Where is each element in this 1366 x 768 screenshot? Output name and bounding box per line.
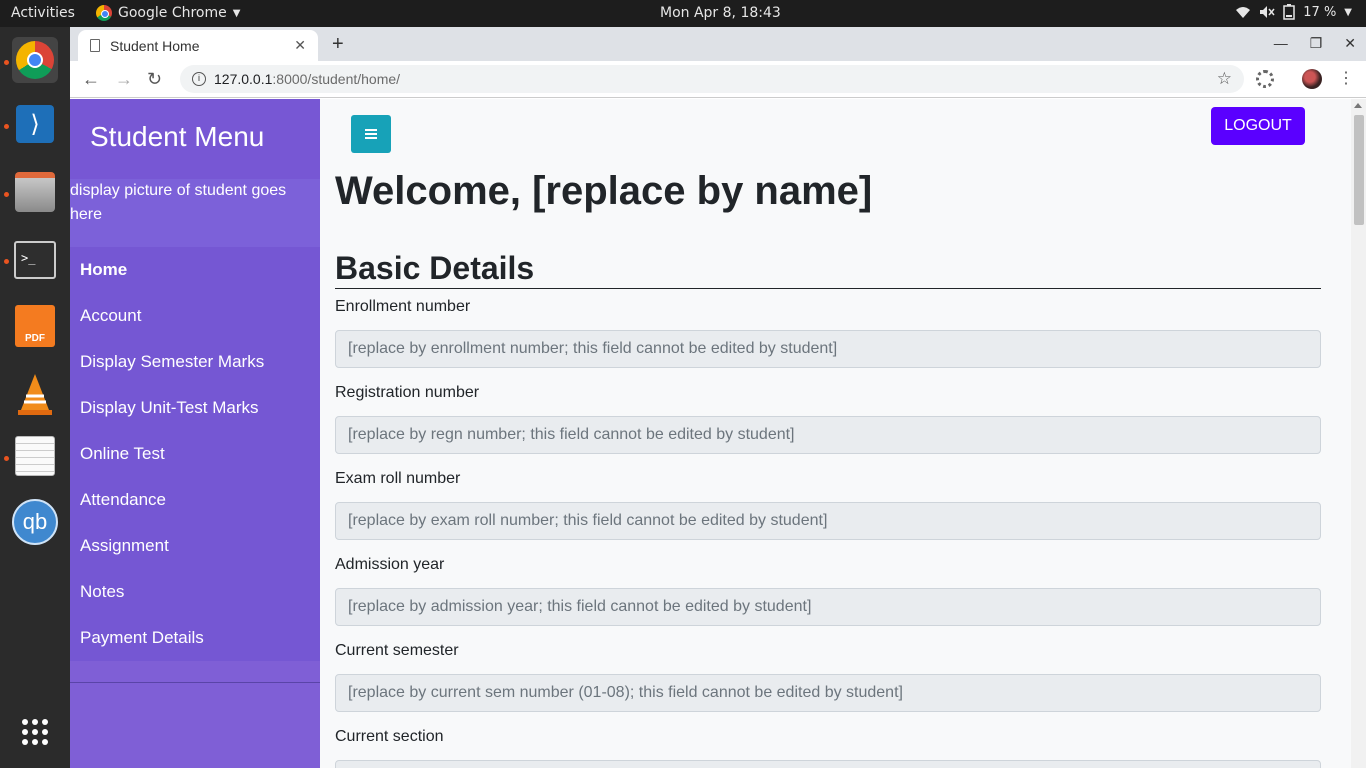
app-menu-label: Google Chrome bbox=[118, 5, 227, 21]
registration-field: [replace by regn number; this field cann… bbox=[335, 416, 1321, 454]
address-bar[interactable]: i 127.0.0.1:8000/student/home/ ☆ bbox=[180, 65, 1244, 93]
caret-down-icon: ▼ bbox=[232, 7, 241, 19]
exam-roll-label: Exam roll number bbox=[335, 470, 461, 487]
hamburger-icon bbox=[365, 129, 377, 139]
form-group-admission-year: Admission year [replace by admission yea… bbox=[335, 556, 1321, 626]
running-indicator bbox=[4, 259, 9, 264]
form-group-current-section: Current section bbox=[335, 728, 1321, 768]
forward-icon[interactable]: → bbox=[115, 69, 133, 90]
os-top-bar: Activities Google Chrome ▼ Mon Apr 8, 18… bbox=[0, 0, 1366, 27]
system-status-menu[interactable]: 17 % ▼ bbox=[1235, 4, 1352, 20]
vscode-dock-icon[interactable]: ⟩ bbox=[12, 101, 58, 147]
sidebar-item-attendance[interactable]: Attendance bbox=[70, 477, 320, 523]
logout-button[interactable]: LOGOUT bbox=[1211, 107, 1305, 145]
sidebar-item-assignment[interactable]: Assignment bbox=[70, 523, 320, 569]
running-indicator bbox=[4, 456, 9, 461]
vlc-dock-icon[interactable] bbox=[12, 371, 58, 417]
sidebar-header: Student Menu bbox=[70, 99, 320, 179]
admission-year-label: Admission year bbox=[335, 556, 445, 573]
sidebar: Student Menu display picture of student … bbox=[70, 99, 320, 768]
terminal-dock-icon[interactable]: >_ bbox=[12, 237, 58, 283]
qbittorrent-dock-icon[interactable]: qb bbox=[12, 499, 58, 545]
sidebar-item-home[interactable]: Home bbox=[70, 247, 320, 293]
activities-button[interactable]: Activities bbox=[11, 5, 75, 21]
admission-year-field: [replace by admission year; this field c… bbox=[335, 588, 1321, 626]
page-scrollbar[interactable] bbox=[1351, 99, 1366, 768]
page-icon bbox=[90, 39, 100, 52]
form-group-exam-roll: Exam roll number [replace by exam roll n… bbox=[335, 470, 1321, 540]
sidebar-item-online-test[interactable]: Online Test bbox=[70, 431, 320, 477]
sidebar-title: Student Menu bbox=[90, 121, 265, 152]
profile-alt-text: display picture of student goes here bbox=[70, 182, 287, 223]
back-icon[interactable]: ← bbox=[82, 69, 100, 90]
close-window-icon[interactable]: ✕ bbox=[1344, 35, 1356, 52]
extension-icon[interactable] bbox=[1256, 70, 1274, 88]
window-controls: — ❐ ✕ bbox=[1274, 35, 1356, 52]
scrollbar-thumb[interactable] bbox=[1354, 115, 1364, 225]
sidebar-item-semester-marks[interactable]: Display Semester Marks bbox=[70, 339, 320, 385]
caret-down-icon: ▼ bbox=[1344, 6, 1352, 18]
sidebar-divider bbox=[70, 682, 320, 683]
menu-kebab-icon[interactable]: ⋮ bbox=[1338, 68, 1354, 88]
url-host: 127.0.0.1 bbox=[214, 71, 273, 87]
sidebar-menu: Home Account Display Semester Marks Disp… bbox=[70, 247, 320, 661]
main-content: LOGOUT Welcome, [replace by name] Basic … bbox=[320, 99, 1336, 768]
mute-icon bbox=[1260, 6, 1275, 18]
form-group-current-semester: Current semester [replace by current sem… bbox=[335, 642, 1321, 712]
close-tab-icon[interactable]: ✕ bbox=[294, 37, 306, 54]
form-group-enrollment: Enrollment number [replace by enrollment… bbox=[335, 298, 1321, 368]
browser-toolbar: ← → ↻ i 127.0.0.1:8000/student/home/ ☆ ⋮ bbox=[70, 61, 1366, 98]
scroll-up-arrow-icon[interactable] bbox=[1354, 103, 1362, 108]
section-title-basic-details: Basic Details bbox=[335, 249, 1321, 289]
registration-label: Registration number bbox=[335, 384, 480, 401]
battery-icon bbox=[1283, 4, 1296, 20]
enrollment-field: [replace by enrollment number; this fiel… bbox=[335, 330, 1321, 368]
tab-student-home[interactable]: Student Home ✕ bbox=[78, 30, 318, 61]
show-applications-icon[interactable] bbox=[12, 709, 58, 755]
form-group-registration: Registration number [replace by regn num… bbox=[335, 384, 1321, 454]
running-indicator bbox=[4, 60, 9, 65]
text-editor-dock-icon[interactable] bbox=[12, 433, 58, 479]
battery-percent: 17 % bbox=[1303, 4, 1337, 20]
clock[interactable]: Mon Apr 8, 18:43 bbox=[660, 5, 781, 21]
sidebar-item-account[interactable]: Account bbox=[70, 293, 320, 339]
page-title: Welcome, [replace by name] bbox=[335, 169, 873, 213]
sidebar-toggle-button[interactable] bbox=[351, 115, 391, 153]
current-semester-field: [replace by current sem number (01-08); … bbox=[335, 674, 1321, 712]
app-menu[interactable]: Google Chrome ▼ bbox=[96, 5, 240, 21]
current-semester-label: Current semester bbox=[335, 642, 459, 659]
profile-picture-alt: display picture of student goes here bbox=[70, 179, 320, 227]
profile-picture: display picture of student goes here bbox=[70, 179, 320, 247]
enrollment-label: Enrollment number bbox=[335, 298, 471, 315]
current-section-label: Current section bbox=[335, 728, 444, 745]
tab-title: Student Home bbox=[110, 37, 200, 54]
current-section-field bbox=[335, 760, 1321, 768]
new-tab-icon[interactable]: + bbox=[332, 33, 344, 56]
web-page: Student Menu display picture of student … bbox=[70, 99, 1366, 768]
sidebar-item-notes[interactable]: Notes bbox=[70, 569, 320, 615]
profile-avatar[interactable] bbox=[1302, 69, 1322, 89]
file-cabinet-dock-icon[interactable] bbox=[12, 169, 58, 215]
sidebar-item-unit-test-marks[interactable]: Display Unit-Test Marks bbox=[70, 385, 320, 431]
minimize-icon[interactable]: — bbox=[1274, 35, 1288, 52]
running-indicator bbox=[4, 192, 9, 197]
sidebar-item-payment-details[interactable]: Payment Details bbox=[70, 615, 320, 661]
browser-window: Student Home ✕ + — ❐ ✕ ← → ↻ i 127.0.0.1… bbox=[70, 27, 1366, 768]
bookmark-star-icon[interactable]: ☆ bbox=[1217, 69, 1232, 89]
running-indicator bbox=[4, 124, 9, 129]
sidebar-footer bbox=[70, 661, 320, 768]
url-path: :8000/student/home/ bbox=[272, 71, 401, 87]
reload-icon[interactable]: ↻ bbox=[147, 69, 162, 90]
exam-roll-field: [replace by exam roll number; this field… bbox=[335, 502, 1321, 540]
chrome-icon bbox=[96, 5, 112, 21]
info-icon[interactable]: i bbox=[192, 72, 206, 86]
wifi-icon bbox=[1236, 7, 1251, 18]
tab-strip: Student Home ✕ + — ❐ ✕ bbox=[70, 27, 1366, 61]
pdf-reader-dock-icon[interactable]: PDF bbox=[12, 303, 58, 349]
chrome-dock-icon[interactable] bbox=[12, 37, 58, 83]
restore-icon[interactable]: ❐ bbox=[1310, 35, 1323, 52]
dock: ⟩ >_ PDF qb bbox=[0, 27, 70, 768]
